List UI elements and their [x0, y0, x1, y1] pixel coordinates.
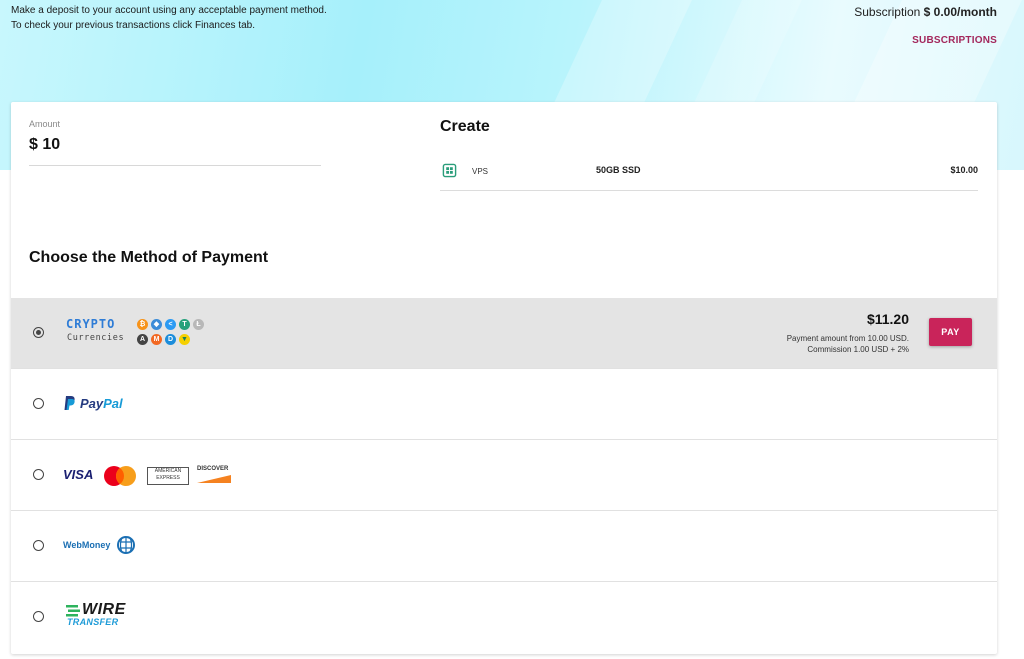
- shield-coin-icon: ▼: [179, 334, 190, 345]
- wire-lines-icon: [66, 605, 80, 617]
- aeternity-icon: A: [137, 334, 148, 345]
- crypto-logo-sub: Currencies: [67, 333, 125, 343]
- webmoney-word: WebMoney: [63, 540, 111, 550]
- amex-line-2: EXPRESS: [156, 475, 180, 481]
- tether-icon: T: [179, 319, 190, 330]
- amount-underline: [29, 165, 321, 166]
- crypto-pay-note: Payment amount from 10.00 USD. Commissio…: [787, 333, 909, 355]
- payment-method-crypto[interactable]: CRYPTO Currencies ₿ ◆ < T Ł A M D ▼ $11.…: [11, 298, 997, 369]
- subscription-value: $ 0.00/month: [923, 5, 997, 19]
- payment-method-webmoney[interactable]: WebMoney: [11, 511, 997, 582]
- payment-method-wire[interactable]: WIRE TRANSFER: [11, 582, 997, 652]
- amex-line-1: AMERICAN: [154, 468, 182, 474]
- payment-method-title: Choose the Method of Payment: [29, 249, 269, 266]
- discover-stripe-icon: [197, 475, 231, 483]
- order-item-type: VPS: [472, 167, 489, 176]
- subscriptions-link[interactable]: SUBSCRIPTIONS: [912, 35, 997, 46]
- chip-icon: [442, 163, 457, 178]
- amount-field[interactable]: $ 10: [29, 136, 60, 154]
- payment-method-cards[interactable]: VISA AMERICAN EXPRESS DISCOVER: [11, 440, 997, 511]
- dash-icon: D: [165, 334, 176, 345]
- ethereum-icon: ◆: [151, 319, 162, 330]
- crypto-logo: CRYPTO Currencies ₿ ◆ < T Ł A M D ▼: [66, 314, 226, 354]
- transfer-word: TRANSFER: [67, 617, 119, 627]
- discover-word: DISCOVER: [197, 466, 229, 472]
- pay-button[interactable]: PAY: [929, 318, 972, 346]
- webmoney-radio[interactable]: [33, 540, 44, 551]
- paypal-word-pal: Pal: [103, 396, 123, 411]
- visa-logo: VISA: [63, 467, 94, 482]
- subscription-summary: Subscription $ 0.00/month: [854, 5, 997, 19]
- nano-icon: <: [165, 319, 176, 330]
- cards-logos: VISA AMERICAN EXPRESS DISCOVER: [63, 466, 243, 486]
- deposit-card: Amount $ 10 Create VPS 50GB SSD $10.00 C…: [11, 102, 997, 654]
- crypto-note-line-1: Payment amount from 10.00 USD.: [786, 334, 909, 343]
- order-item-price: $10.00: [950, 165, 978, 175]
- webmoney-globe-icon: [117, 536, 135, 554]
- create-title: Create: [440, 118, 490, 135]
- payment-method-paypal[interactable]: PayPal: [11, 369, 997, 440]
- crypto-radio[interactable]: [33, 327, 44, 338]
- crypto-pay-amount: $11.20: [866, 311, 909, 327]
- amex-logo: AMERICAN EXPRESS: [147, 467, 189, 485]
- cards-radio[interactable]: [33, 469, 44, 480]
- wire-radio[interactable]: [33, 611, 44, 622]
- monero-icon: M: [151, 334, 162, 345]
- crypto-logo-word: CRYPTO: [66, 317, 116, 331]
- order-item-description: 50GB SSD: [596, 165, 641, 175]
- bitcoin-icon: ₿: [137, 319, 148, 330]
- amount-label: Amount: [29, 119, 61, 129]
- discover-logo: DISCOVER: [197, 466, 231, 483]
- paypal-word-pay: Pay: [80, 396, 104, 411]
- mastercard-icon: [104, 466, 136, 486]
- crypto-note-line-2: Commission 1.00 USD + 2%: [807, 345, 909, 354]
- subscription-label: Subscription: [854, 5, 921, 19]
- intro-line-2: To check your previous transactions clic…: [11, 20, 255, 31]
- wire-transfer-logo: WIRE TRANSFER: [66, 601, 136, 634]
- intro-text: Make a deposit to your account using any…: [11, 3, 327, 33]
- paypal-icon: [64, 396, 75, 410]
- order-item-row: VPS 50GB SSD $10.00: [440, 160, 978, 191]
- paypal-wordmark: PayPal: [80, 396, 123, 411]
- paypal-radio[interactable]: [33, 398, 44, 409]
- litecoin-icon: Ł: [193, 319, 204, 330]
- intro-line-1: Make a deposit to your account using any…: [11, 5, 327, 16]
